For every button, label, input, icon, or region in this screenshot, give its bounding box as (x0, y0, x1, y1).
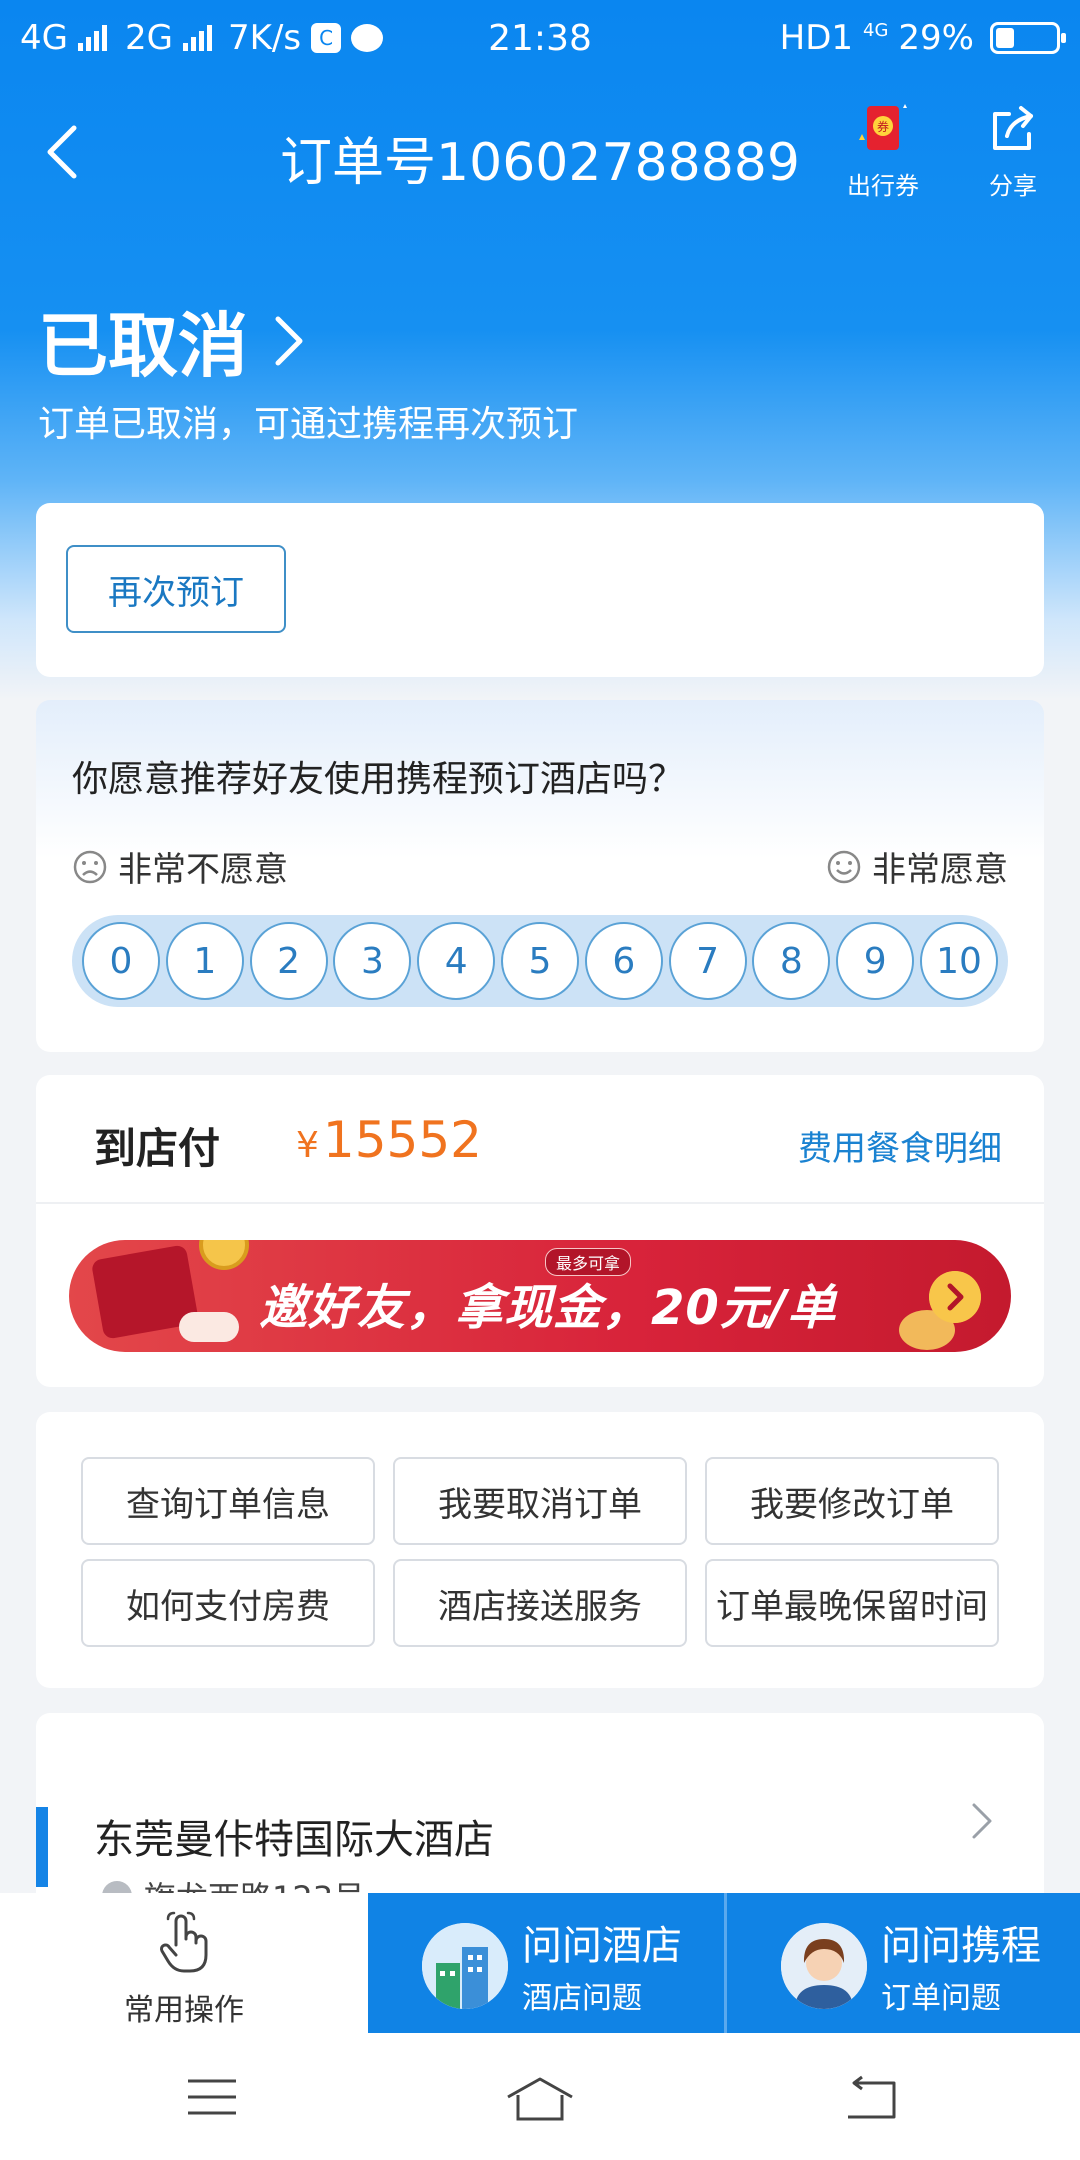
amount-value: 15552 (322, 1111, 482, 1169)
nps-option-2[interactable]: 2 (249, 922, 328, 1000)
nps-option-1[interactable]: 1 (165, 922, 244, 1000)
lte-indicator: 4G (863, 20, 889, 41)
order-status-subtitle: 订单已取消，可通过携程再次预订 (38, 404, 579, 445)
top-nav: 订单号10602788889 券 出行券 分享 (0, 100, 1080, 200)
nps-option-4[interactable]: 4 (417, 922, 496, 1000)
coupon-badge: 券 (877, 119, 889, 134)
quick-operations-card: 查询订单信息 我要取消订单 我要修改订单 如何支付房费 酒店接送服务 订单最晚保… (36, 1412, 1044, 1688)
nps-option-10[interactable]: 10 (919, 922, 998, 1000)
coupon-label: 出行券 (847, 172, 919, 200)
hotel-building-icon (422, 1923, 508, 2009)
survey-high-text: 非常愿意 (872, 850, 1008, 890)
common-actions-label: 常用操作 (124, 1993, 244, 2028)
op-cancel-order[interactable]: 我要取消订单 (393, 1457, 687, 1545)
share-label: 分享 (989, 172, 1037, 200)
divider (36, 1202, 1044, 1204)
bottom-action-bar: 常用操作 问问酒店 酒店问题 问问携程 订单问题 (0, 1893, 1080, 2033)
share-icon (993, 106, 1033, 150)
ask-ctrip-title: 问问携程 (881, 1923, 1041, 1969)
ask-ctrip-button[interactable]: 问问携程 订单问题 (727, 1893, 1080, 2033)
hotel-name: 东莞曼佧特国际大酒店 (94, 1817, 494, 1863)
survey-question: 你愿意推荐好友使用携程预订酒店吗？ (72, 759, 685, 800)
common-actions-button[interactable]: 常用操作 (0, 1893, 368, 2033)
payment-card: 到店付 ¥15552 费用餐食明细 邀好友，拿现金，20元/单 最多可拿 (36, 1075, 1044, 1387)
op-modify-order[interactable]: 我要修改订单 (705, 1457, 999, 1545)
back-nav-icon[interactable] (842, 2075, 898, 2123)
banner-text: 邀好友，拿现金，20元/单 (259, 1280, 837, 1336)
system-navigation-bar (0, 2033, 1080, 2160)
fee-detail-link[interactable]: 费用餐食明细 (798, 1121, 1002, 1170)
coupon-button[interactable]: 券 出行券 (828, 100, 938, 201)
payment-amount: ¥15552 (296, 1111, 482, 1169)
nps-option-7[interactable]: 7 (668, 922, 747, 1000)
survey-high-label: 非常愿意 (826, 842, 1008, 891)
banner-tag: 最多可拿 (545, 1248, 632, 1276)
chevron-right-icon (972, 1803, 992, 1839)
order-status-link[interactable]: 已取消 (38, 290, 308, 391)
nps-option-6[interactable]: 6 (584, 922, 663, 1000)
ask-ctrip-subtitle: 订单问题 (881, 1981, 1001, 2016)
hand-pointer-icon (160, 1911, 208, 1973)
agent-avatar-icon (781, 1923, 867, 2009)
ask-hotel-title: 问问酒店 (522, 1923, 682, 1969)
smile-face-icon (827, 850, 861, 883)
hd-indicator: HD1 (779, 18, 854, 58)
nps-survey-card: 你愿意推荐好友使用携程预订酒店吗？ 非常不愿意 非常愿意 0 1 2 3 4 5… (36, 700, 1044, 1052)
rebook-card: 再次预订 (36, 503, 1044, 677)
battery-percent: 29% (898, 18, 974, 58)
cloud-graphic (179, 1312, 239, 1342)
share-button[interactable]: 分享 (958, 100, 1068, 201)
op-hotel-shuttle[interactable]: 酒店接送服务 (393, 1559, 687, 1647)
accent-bar (36, 1807, 48, 1887)
nps-option-0[interactable]: 0 (82, 922, 160, 1000)
coin-graphic (199, 1240, 249, 1270)
sad-face-icon (73, 850, 107, 883)
red-envelope-icon: 券 (859, 104, 907, 150)
op-how-to-pay[interactable]: 如何支付房费 (81, 1559, 375, 1647)
nps-option-9[interactable]: 9 (836, 922, 915, 1000)
nps-option-3[interactable]: 3 (333, 922, 412, 1000)
invite-friends-banner[interactable]: 邀好友，拿现金，20元/单 最多可拿 (69, 1240, 1011, 1352)
order-status-title: 已取消 (38, 305, 248, 387)
home-icon[interactable] (504, 2075, 576, 2123)
battery-icon (990, 22, 1066, 54)
status-right: HD1 4G 29% (779, 18, 1066, 58)
op-query-order[interactable]: 查询订单信息 (81, 1457, 375, 1545)
survey-low-text: 非常不愿意 (118, 850, 288, 890)
currency-symbol: ¥ (296, 1125, 319, 1166)
arrow-right-icon (929, 1271, 981, 1323)
survey-low-label: 非常不愿意 (72, 842, 288, 891)
nps-option-5[interactable]: 5 (500, 922, 579, 1000)
chevron-right-icon (275, 316, 303, 365)
ask-hotel-subtitle: 酒店问题 (522, 1981, 642, 2016)
payment-type-label: 到店付 (94, 1124, 221, 1173)
status-bar: 4G 2G 7K/s C 21:38 HD1 4G 29% (0, 0, 1080, 76)
rebook-button[interactable]: 再次预订 (66, 545, 286, 633)
ask-hotel-button[interactable]: 问问酒店 酒店问题 (368, 1893, 724, 2033)
op-latest-hold-time[interactable]: 订单最晚保留时间 (705, 1559, 999, 1647)
menu-icon[interactable] (186, 2075, 238, 2119)
nps-scale: 0 1 2 3 4 5 6 7 8 9 10 (72, 915, 1008, 1007)
nps-option-8[interactable]: 8 (752, 922, 831, 1000)
